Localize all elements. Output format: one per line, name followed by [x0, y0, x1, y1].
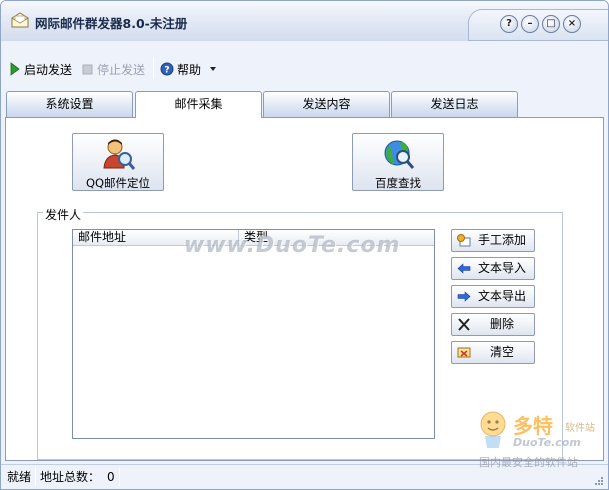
stop-send-button[interactable]: 停止发送 [82, 60, 145, 78]
status-divider [119, 468, 120, 486]
tab-system-settings[interactable]: 系统设置 [6, 91, 133, 117]
help-label: 帮助 [177, 62, 202, 77]
delete-label: 删除 [489, 317, 514, 331]
arrow-right-icon [457, 291, 471, 302]
arrow-left-icon [457, 263, 471, 274]
duote-logo-watermark: 多特 软件站 DuoTe.com 国内最安全的软件站 [471, 406, 608, 476]
address-count-value: 0 [107, 470, 115, 484]
chevron-down-icon [210, 67, 217, 71]
resize-grip-icon[interactable] [593, 475, 604, 486]
minimize-button[interactable]: – [521, 15, 539, 33]
manual-add-label: 手工添加 [477, 233, 526, 247]
help-menu-button[interactable]: ? 帮助 [160, 60, 217, 78]
manual-add-button[interactable]: 手工添加 [451, 229, 535, 252]
app-window: 网际邮件群发器8.0-未注册 ? – □ × 启动发送 停止发送 ? 帮助 系统… [0, 0, 609, 490]
delete-x-icon [458, 318, 470, 331]
export-text-button[interactable]: 文本导出 [451, 285, 535, 308]
window-title: 网际邮件群发器8.0-未注册 [35, 16, 188, 31]
logo-sub-text: 软件站 [565, 423, 595, 434]
close-button[interactable]: × [563, 15, 581, 33]
import-text-label: 文本导入 [477, 261, 526, 275]
clear-label: 清空 [489, 345, 514, 359]
clear-button[interactable]: 清空 [451, 341, 535, 364]
export-text-label: 文本导出 [477, 289, 526, 303]
title-bar[interactable]: 网际邮件群发器8.0-未注册 ? – □ × [1, 1, 608, 41]
qq-locate-button[interactable]: QQ邮件定位 [72, 133, 164, 191]
globe-search-icon [384, 140, 415, 169]
logo-slogan: 国内最安全的软件站 [479, 456, 578, 469]
status-divider [35, 468, 36, 486]
start-send-label: 启动发送 [24, 62, 73, 77]
sender-group-title: 发件人 [43, 206, 84, 223]
play-icon [10, 62, 20, 76]
sender-list[interactable]: 邮件地址 类型 [72, 229, 435, 439]
user-search-icon [103, 139, 136, 170]
help-button[interactable]: ? [500, 15, 518, 33]
logo-main-text: 多特 [513, 414, 553, 438]
qq-locate-label: QQ邮件定位 [85, 176, 151, 190]
add-icon [457, 234, 471, 247]
status-state: 就绪 [7, 470, 32, 484]
site-watermark: www.DuoTe.com [184, 233, 401, 258]
delete-button[interactable]: 删除 [451, 313, 535, 336]
maximize-button[interactable]: □ [542, 15, 560, 33]
tab-send-log[interactable]: 发送日志 [391, 91, 518, 117]
clear-icon [457, 347, 471, 358]
stop-send-label: 停止发送 [97, 62, 146, 77]
baidu-search-label: 百度查找 [375, 176, 421, 190]
stop-icon [82, 64, 93, 74]
envelope-icon [11, 12, 29, 28]
toolbar-separator [153, 57, 154, 79]
import-text-button[interactable]: 文本导入 [451, 257, 535, 280]
help-icon: ? [160, 62, 174, 76]
toolbar: 启动发送 停止发送 ? 帮助 [1, 51, 608, 85]
logo-site-text: DuoTe.com [513, 436, 581, 449]
tab-send-content[interactable]: 发送内容 [263, 91, 390, 117]
baidu-search-button[interactable]: 百度查找 [352, 133, 444, 191]
tab-mail-collect[interactable]: 邮件采集 [135, 91, 262, 118]
address-count-label: 地址总数： [40, 470, 101, 484]
mascot-icon [480, 411, 506, 448]
svg-text:?: ? [164, 66, 169, 76]
start-send-button[interactable]: 启动发送 [10, 60, 72, 78]
